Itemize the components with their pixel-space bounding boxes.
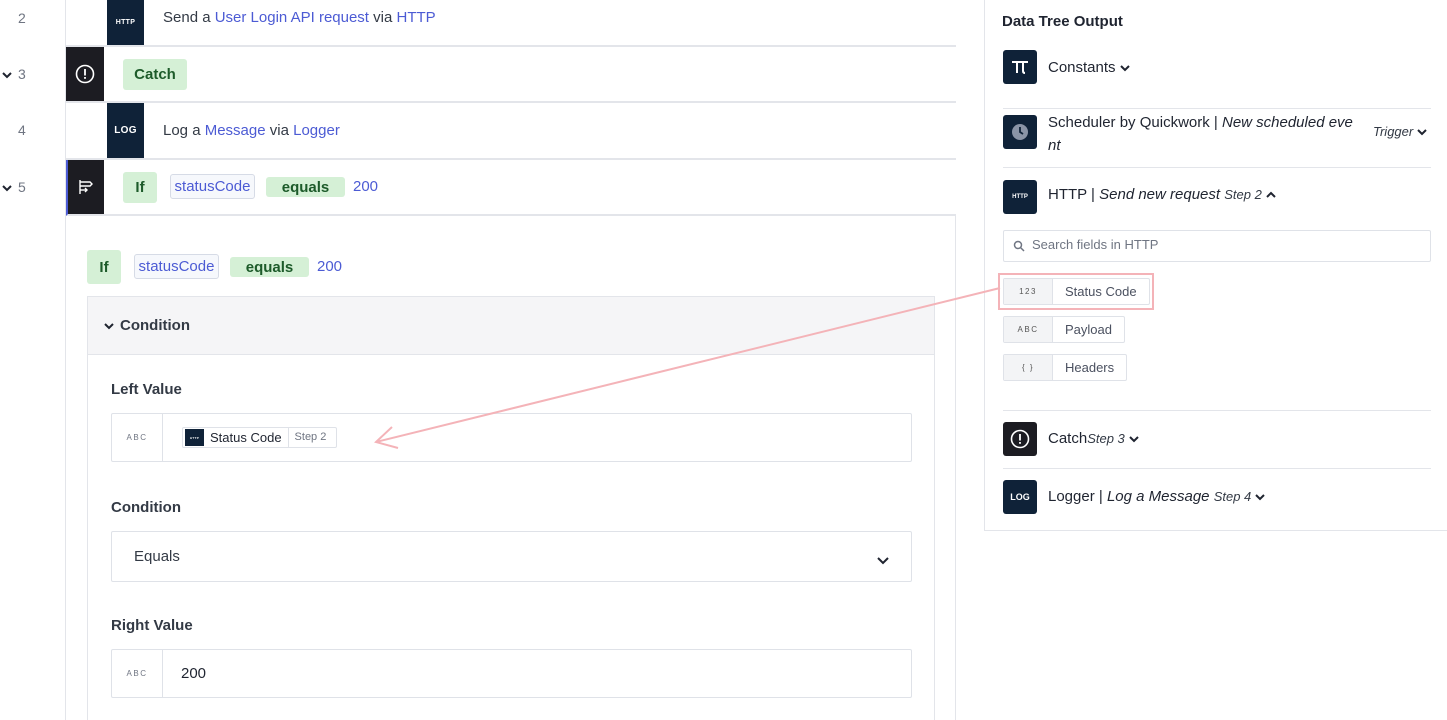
condition-select[interactable]: Equals xyxy=(111,531,912,582)
field-chip-status-code[interactable]: 123 Status Code xyxy=(1003,278,1150,305)
step-catch[interactable]: Catch xyxy=(66,47,956,103)
right-value-label: Right Value xyxy=(111,617,193,634)
if-keyword-pill: If xyxy=(123,172,157,203)
condition-section-header[interactable]: Condition xyxy=(88,297,934,355)
collapse-chevron-icon[interactable] xyxy=(2,179,12,195)
field-token[interactable]: statusCode xyxy=(170,174,255,199)
chevron-down-icon[interactable] xyxy=(1255,488,1266,505)
field-token[interactable]: statusCode xyxy=(134,254,219,279)
catch-pill: Catch xyxy=(123,59,187,90)
datapill-token[interactable]: HTTP Status Code Step 2 xyxy=(182,427,338,448)
tree-item-scheduler[interactable]: Scheduler by Quickwork | New scheduled e… xyxy=(1003,109,1431,168)
pi-icon xyxy=(1003,50,1037,84)
branch-icon xyxy=(68,160,104,214)
step-http-request[interactable]: HTTP Send a User Login API request via H… xyxy=(66,0,956,47)
compare-value: 200 xyxy=(353,178,379,195)
action-link[interactable]: Message xyxy=(205,122,266,139)
tree-item-logger[interactable]: LOG Logger | Log a Message Step 4 xyxy=(1003,469,1431,527)
exclamation-circle-icon xyxy=(66,47,104,101)
panel-title: Data Tree Output xyxy=(1002,13,1123,30)
http-app-icon: HTTP xyxy=(107,0,144,45)
compare-value: 200 xyxy=(317,258,343,275)
log-app-icon: LOG xyxy=(1003,480,1037,514)
chevron-down-icon[interactable] xyxy=(1417,123,1428,140)
chevron-down-icon[interactable] xyxy=(104,317,114,334)
collapse-chevron-icon[interactable] xyxy=(2,66,12,82)
search-fields-input[interactable] xyxy=(1003,230,1431,262)
step-description: Send a User Login API request via HTTP xyxy=(163,9,436,26)
tree-item-constants[interactable]: Constants xyxy=(1003,50,1431,109)
condition-label: Condition xyxy=(111,499,181,516)
type-badge: ABC xyxy=(112,650,163,697)
action-link[interactable]: User Login API request xyxy=(215,9,369,26)
step-description: Log a Message via Logger xyxy=(163,122,340,139)
field-chip-payload[interactable]: ABC Payload xyxy=(1003,316,1125,343)
left-value-label: Left Value xyxy=(111,381,182,398)
http-app-icon: HTTP xyxy=(1003,180,1037,214)
chevron-up-icon[interactable] xyxy=(1266,186,1276,203)
line-gutter: 2 3 4 5 xyxy=(0,0,66,720)
chevron-down-icon[interactable] xyxy=(1120,59,1130,76)
search-input[interactable] xyxy=(1032,237,1412,252)
chevron-down-icon[interactable] xyxy=(1129,430,1139,447)
field-chip-headers[interactable]: { } Headers xyxy=(1003,354,1128,381)
chevron-down-icon[interactable] xyxy=(877,552,889,569)
condition-editor: Condition Left Value ABC HTTP Status Cod… xyxy=(87,296,935,720)
operator-pill: equals xyxy=(230,257,309,277)
tree-item-catch[interactable]: CatchStep 3 xyxy=(1003,411,1431,469)
log-app-icon: LOG xyxy=(107,103,144,158)
step-if-condition[interactable]: If statusCode equals 200 xyxy=(66,160,956,216)
exclamation-circle-icon xyxy=(1003,422,1037,456)
workflow-canvas: HTTP Send a User Login API request via H… xyxy=(66,0,956,720)
search-icon xyxy=(1013,239,1025,256)
data-tree-panel: Data Tree Output Constants Scheduler by … xyxy=(984,0,1447,531)
type-badge: ABC xyxy=(112,414,163,461)
operator-pill: equals xyxy=(266,177,345,197)
clock-icon xyxy=(1003,115,1037,149)
step-logger[interactable]: LOG Log a Message via Logger xyxy=(66,103,956,160)
http-app-icon: HTTP xyxy=(185,429,204,446)
if-keyword-pill: If xyxy=(87,250,121,284)
app-link[interactable]: HTTP xyxy=(397,9,436,26)
left-value-field[interactable]: ABC HTTP Status Code Step 2 xyxy=(111,413,912,462)
app-link[interactable]: Logger xyxy=(293,122,340,139)
right-value-field[interactable]: ABC 200 xyxy=(111,649,912,698)
